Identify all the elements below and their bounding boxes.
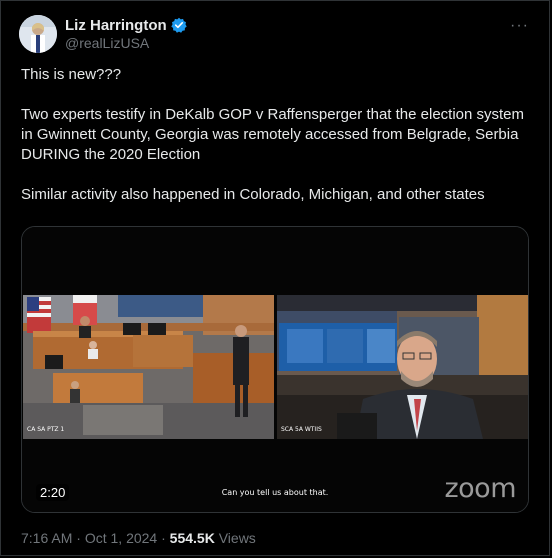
author-display-name[interactable]: Liz Harrington xyxy=(65,17,167,34)
more-options-icon[interactable]: ··· xyxy=(510,17,529,35)
right-camera-label: SCA 5A WTIIS xyxy=(281,426,322,433)
tweet-card: Liz Harrington @realLizUSA ··· This is n… xyxy=(0,0,550,556)
author-name-row: Liz Harrington xyxy=(65,15,187,35)
video-player[interactable]: CA SA PTZ 1 SCA 5A WTIIS Can you tell us… xyxy=(21,226,529,513)
meta-separator: · xyxy=(161,530,166,546)
author-handle[interactable]: @realLizUSA xyxy=(65,35,149,51)
courtroom-camera-pane: CA SA PTZ 1 xyxy=(23,295,274,439)
avatar-photo-icon xyxy=(19,15,57,53)
witness-camera-pane: SCA 5A WTIIS xyxy=(277,295,528,439)
meta-separator: · xyxy=(76,530,81,546)
verified-badge-icon xyxy=(170,17,187,33)
left-camera-label: CA SA PTZ 1 xyxy=(27,426,65,433)
tweet-meta: 7:16 AM · Oct 1, 2024 · 554.5K Views xyxy=(21,530,256,546)
tweet-date[interactable]: Oct 1, 2024 xyxy=(85,530,157,546)
video-duration-badge: 2:20 xyxy=(36,484,70,501)
views-label[interactable]: Views xyxy=(219,530,256,546)
courtroom-scene-image xyxy=(23,295,274,439)
tweet-text: This is new??? Two experts testify in De… xyxy=(21,66,525,203)
witness-scene-image xyxy=(277,295,528,439)
video-frame: CA SA PTZ 1 SCA 5A WTIIS Can you tell us… xyxy=(22,227,528,512)
views-count[interactable]: 554.5K xyxy=(170,530,215,546)
tweet-time[interactable]: 7:16 AM xyxy=(21,530,72,546)
zoom-watermark: zoom xyxy=(444,473,516,504)
avatar[interactable] xyxy=(19,15,57,53)
